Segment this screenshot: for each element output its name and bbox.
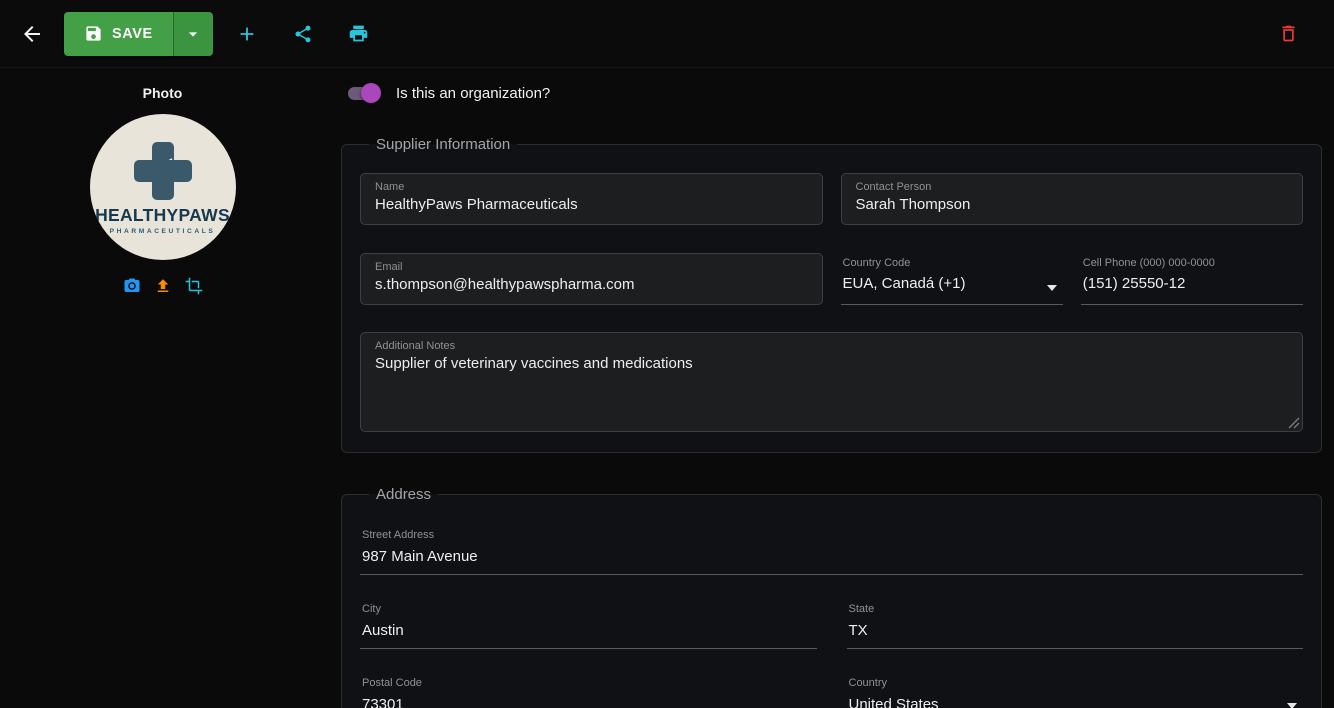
country-code-value: EUA, Canadá (+1)	[843, 275, 1061, 292]
street-address-field[interactable]: Street Address 987 Main Avenue	[360, 529, 1303, 575]
trash-icon	[1278, 23, 1299, 44]
email-label: Email	[375, 261, 808, 273]
contact-person-value: Sarah Thompson	[856, 196, 1289, 213]
city-value: Austin	[362, 622, 815, 639]
print-button[interactable]	[339, 14, 379, 54]
camera-icon	[123, 277, 141, 295]
dog-icon	[147, 155, 179, 187]
supplier-row-1: Name HealthyPaws Pharmaceuticals Contact…	[360, 173, 1303, 225]
save-split-button: SAVE	[64, 12, 213, 56]
country-code-label: Country Code	[843, 257, 1061, 269]
additional-notes-field[interactable]: Additional Notes Supplier of veterinary …	[360, 332, 1303, 432]
cell-phone-value: (151) 25550-12	[1083, 275, 1301, 292]
upload-icon	[154, 277, 172, 295]
print-icon	[348, 23, 369, 44]
country-select[interactable]: Country United States	[847, 677, 1304, 708]
save-dropdown-icon	[183, 24, 203, 44]
name-field[interactable]: Name HealthyPaws Pharmaceuticals	[360, 173, 823, 225]
postal-code-field[interactable]: Postal Code 73301	[360, 677, 817, 708]
dropdown-arrow-icon	[1287, 703, 1297, 708]
additional-notes-label: Additional Notes	[375, 340, 1288, 352]
address-section: Address Street Address 987 Main Avenue C…	[341, 486, 1322, 708]
email-field[interactable]: Email s.thompson@healthypawspharma.com	[360, 253, 823, 305]
add-icon	[236, 23, 258, 45]
supplier-edit-page: SAVE	[0, 0, 1334, 708]
organization-toggle[interactable]	[345, 83, 381, 103]
cell-phone-label: Cell Phone (000) 000-0000	[1083, 257, 1301, 269]
delete-button[interactable]	[1268, 14, 1308, 54]
save-icon	[84, 24, 103, 43]
street-address-value: 987 Main Avenue	[362, 548, 1301, 565]
save-dropdown-button[interactable]	[173, 12, 213, 56]
photo-actions	[120, 274, 206, 298]
logo-title: HEALTHYPAWS	[95, 205, 230, 226]
share-button[interactable]	[283, 14, 323, 54]
photo-section-label: Photo	[143, 85, 183, 101]
supplier-information-section: Supplier Information Name HealthyPaws Ph…	[341, 136, 1322, 453]
address-row-2: Postal Code 73301 Country United States	[360, 677, 1303, 708]
additional-notes-value: Supplier of veterinary vaccines and medi…	[375, 355, 1288, 372]
supplier-logo-avatar: HEALTHYPAWS PHARMACEUTICALS	[90, 114, 236, 260]
form-panel: Is this an organization? Supplier Inform…	[325, 68, 1334, 708]
postal-code-value: 73301	[362, 696, 815, 708]
medical-cross-icon	[134, 142, 192, 200]
name-label: Name	[375, 181, 808, 193]
crop-button[interactable]	[182, 274, 206, 298]
phone-subrow: Country Code EUA, Canadá (+1) Cell Phone…	[841, 253, 1304, 305]
city-label: City	[362, 603, 815, 615]
toolbar-actions	[227, 14, 379, 54]
share-icon	[293, 24, 313, 44]
upload-button[interactable]	[151, 274, 175, 298]
postal-code-label: Postal Code	[362, 677, 815, 689]
city-field[interactable]: City Austin	[360, 603, 817, 649]
state-label: State	[849, 603, 1302, 615]
address-legend: Address	[369, 486, 438, 503]
supplier-information-legend: Supplier Information	[369, 136, 517, 153]
state-field[interactable]: State TX	[847, 603, 1304, 649]
dropdown-arrow-icon	[1047, 285, 1057, 291]
name-value: HealthyPaws Pharmaceuticals	[375, 196, 808, 213]
supplier-row-2: Email s.thompson@healthypawspharma.com C…	[360, 253, 1303, 305]
top-toolbar: SAVE	[0, 0, 1334, 68]
state-value: TX	[849, 622, 1302, 639]
organization-toggle-label: Is this an organization?	[396, 85, 550, 102]
address-row-1: City Austin State TX	[360, 603, 1303, 649]
contact-person-label: Contact Person	[856, 181, 1289, 193]
cell-phone-field[interactable]: Cell Phone (000) 000-0000 (151) 25550-12	[1081, 253, 1303, 305]
street-address-label: Street Address	[362, 529, 1301, 541]
add-button[interactable]	[227, 14, 267, 54]
contact-person-field[interactable]: Contact Person Sarah Thompson	[841, 173, 1304, 225]
email-value: s.thompson@healthypawspharma.com	[375, 276, 808, 293]
page-content: Photo HEALTHYPAWS PHARMACEUTICALS	[0, 68, 1334, 708]
toggle-thumb	[361, 83, 381, 103]
crop-icon	[185, 277, 203, 295]
country-value: United States	[849, 696, 1302, 708]
country-code-select[interactable]: Country Code EUA, Canadá (+1)	[841, 253, 1063, 305]
save-button[interactable]: SAVE	[64, 12, 173, 56]
photo-panel: Photo HEALTHYPAWS PHARMACEUTICALS	[0, 68, 325, 708]
back-arrow-icon	[20, 22, 44, 46]
resize-handle-icon[interactable]	[1288, 417, 1300, 429]
organization-toggle-row: Is this an organization?	[341, 83, 1322, 103]
country-label: Country	[849, 677, 1302, 689]
camera-button[interactable]	[120, 274, 144, 298]
back-button[interactable]	[12, 14, 52, 54]
save-button-label: SAVE	[112, 26, 153, 42]
logo-subtitle: PHARMACEUTICALS	[110, 228, 216, 235]
